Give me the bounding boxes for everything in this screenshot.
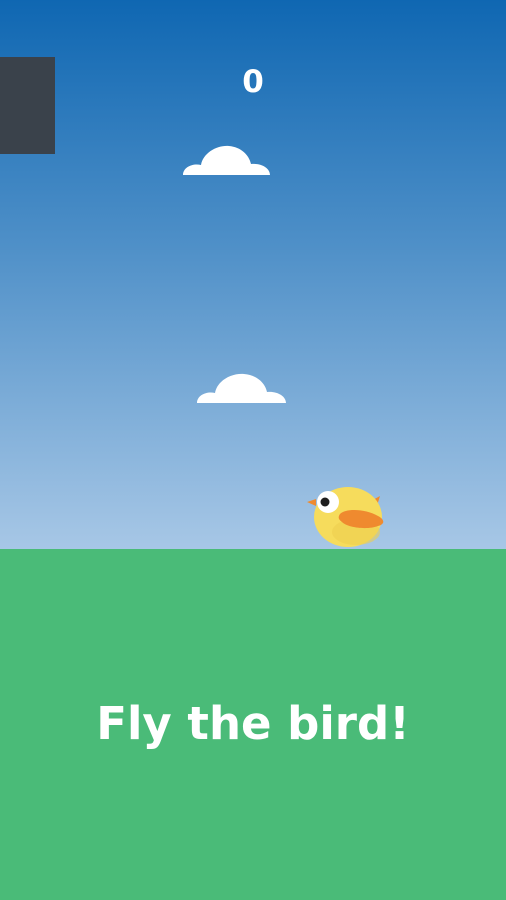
side-panel-tab[interactable] <box>0 57 55 154</box>
score-counter: 0 <box>242 64 264 100</box>
cloud-icon <box>197 373 286 403</box>
bird-icon[interactable] <box>304 484 392 550</box>
cloud-icon <box>183 145 270 175</box>
start-prompt: Fly the bird! <box>96 697 410 750</box>
game-canvas[interactable]: 0 Fly the bird! <box>0 0 506 900</box>
